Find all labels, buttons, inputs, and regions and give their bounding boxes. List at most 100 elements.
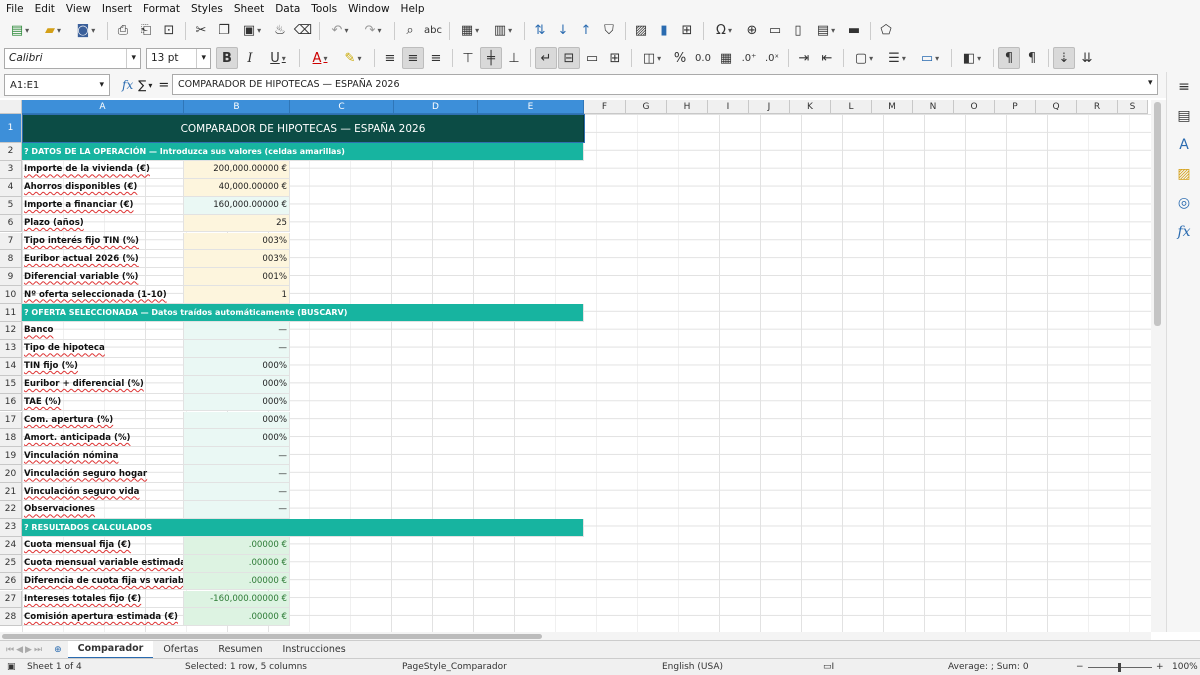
zoom-in-icon[interactable]: +: [1156, 662, 1164, 672]
row-header-13[interactable]: 13: [0, 339, 22, 358]
clear-formatting-icon[interactable]: ⌫: [292, 20, 314, 42]
cut-icon[interactable]: ✂: [190, 20, 212, 42]
highlight-color-icon[interactable]: ✎: [337, 47, 369, 69]
formula-icon[interactable]: =: [158, 78, 169, 93]
redo-icon[interactable]: ↷: [357, 20, 389, 42]
offer-label[interactable]: TAE (%): [22, 393, 184, 412]
row-header-17[interactable]: 17: [0, 411, 22, 430]
tab-comparador[interactable]: Comparador: [67, 640, 154, 659]
result-label[interactable]: Comisión apertura estimada (€): [22, 608, 184, 627]
align-top-icon[interactable]: ⊤: [457, 47, 479, 69]
row-header-22[interactable]: 22: [0, 501, 22, 519]
row-header-14[interactable]: 14: [0, 357, 22, 376]
offer-label[interactable]: Com. apertura (%): [22, 411, 184, 430]
row-header-18[interactable]: 18: [0, 429, 22, 448]
font-name-box[interactable]: Calibri ▾: [4, 47, 141, 69]
result-value[interactable]: -160,000.00000 €: [184, 590, 290, 609]
result-value[interactable]: .00000 €: [184, 536, 290, 555]
menu-sheet[interactable]: Sheet: [234, 3, 264, 15]
horizontal-scrollbar[interactable]: [0, 632, 1151, 640]
font-size-box[interactable]: 13 pt ▾: [146, 47, 211, 69]
border-style-icon[interactable]: ☰: [881, 47, 913, 69]
column-header-c[interactable]: C: [290, 100, 394, 114]
decrease-indent-icon[interactable]: ⇤: [816, 47, 838, 69]
increase-indent-icon[interactable]: ⇥: [793, 47, 815, 69]
italic-icon[interactable]: I: [239, 47, 261, 69]
result-label[interactable]: Intereses totales fijo (€): [22, 590, 184, 609]
result-value[interactable]: .00000 €: [184, 554, 290, 573]
underline-icon[interactable]: U: [262, 47, 294, 69]
row-header-10[interactable]: 10: [0, 286, 22, 305]
special-character-icon[interactable]: Ω: [708, 20, 740, 42]
add-decimal-icon[interactable]: .0⁺: [738, 47, 760, 69]
column-header-o[interactable]: O: [954, 100, 995, 114]
column-header-q[interactable]: Q: [1036, 100, 1077, 114]
offer-value[interactable]: 000%: [184, 357, 290, 376]
menu-format[interactable]: Format: [143, 3, 180, 15]
find-replace-icon[interactable]: ⌕: [399, 20, 421, 42]
row-header-5[interactable]: 5: [0, 196, 22, 215]
insert-column-icon[interactable]: ▥: [487, 20, 519, 42]
offer-value[interactable]: —: [184, 465, 290, 484]
row-header-21[interactable]: 21: [0, 483, 22, 501]
column-header-h[interactable]: H: [667, 100, 708, 114]
show-draw-functions-icon[interactable]: ⬠: [875, 20, 897, 42]
language[interactable]: English (USA): [662, 662, 723, 672]
column-header-e[interactable]: E: [478, 100, 584, 114]
zoom-slider-knob[interactable]: [1118, 663, 1121, 672]
selection-mode-icon[interactable]: ▭I: [823, 662, 834, 672]
menu-window[interactable]: Window: [348, 3, 389, 15]
borders-icon[interactable]: ▢: [848, 47, 880, 69]
offer-label[interactable]: Vinculación seguro vida: [22, 483, 184, 501]
row-header-7[interactable]: 7: [0, 232, 22, 251]
offer-label[interactable]: Vinculación nómina: [22, 447, 184, 466]
input-label[interactable]: Euribor actual 2026 (%): [22, 250, 184, 269]
column-header-i[interactable]: I: [708, 100, 749, 114]
align-middle-icon[interactable]: ╪: [480, 47, 502, 69]
input-value[interactable]: 40,000.00000 €: [184, 178, 290, 197]
vertical-scrollbar[interactable]: [1151, 100, 1166, 632]
merge-cells-icon[interactable]: ▭: [581, 47, 603, 69]
spelling-icon[interactable]: abc: [422, 20, 444, 42]
menu-help[interactable]: Help: [401, 3, 425, 15]
left-to-right-icon[interactable]: ¶: [998, 47, 1020, 69]
section-header[interactable]: ? DATOS DE LA OPERACIÓN — Introduzca sus…: [22, 143, 584, 161]
sort-ascending-icon[interactable]: ↓: [552, 20, 574, 42]
merge-center-icon[interactable]: ⊟: [558, 47, 580, 69]
result-label[interactable]: Cuota mensual variable estimada (€): [22, 554, 184, 573]
input-value[interactable]: 003%: [184, 250, 290, 269]
input-value[interactable]: 160,000.00000 €: [184, 196, 290, 215]
offer-label[interactable]: Vinculación seguro hogar: [22, 465, 184, 484]
offer-value[interactable]: —: [184, 447, 290, 466]
insert-row-icon[interactable]: ▦: [454, 20, 486, 42]
row-header-8[interactable]: 8: [0, 250, 22, 269]
sort-descending-icon[interactable]: ↑: [575, 20, 597, 42]
pivot-table-icon[interactable]: ⊞: [676, 20, 698, 42]
offer-value[interactable]: 000%: [184, 393, 290, 412]
unmerge-cells-icon[interactable]: ⊞: [604, 47, 626, 69]
header-footer-icon[interactable]: ▯: [787, 20, 809, 42]
result-label[interactable]: Cuota mensual fija (€): [22, 536, 184, 555]
menu-edit[interactable]: Edit: [35, 3, 55, 15]
offer-label[interactable]: Observaciones: [22, 501, 184, 519]
functions-icon[interactable]: fx: [1167, 217, 1200, 246]
wrap-text-icon[interactable]: ↵: [535, 47, 557, 69]
conditional-format-icon[interactable]: ◧: [956, 47, 988, 69]
input-value[interactable]: 1: [184, 286, 290, 305]
result-value[interactable]: .00000 €: [184, 572, 290, 591]
hyperlink-icon[interactable]: ⊕: [741, 20, 763, 42]
row-header-12[interactable]: 12: [0, 322, 22, 340]
border-color-icon[interactable]: ▭: [914, 47, 946, 69]
copy-icon[interactable]: ❐: [213, 20, 235, 42]
column-header-j[interactable]: J: [749, 100, 790, 114]
bold-icon[interactable]: B: [216, 47, 238, 69]
menu-tools[interactable]: Tools: [311, 3, 337, 15]
offer-label[interactable]: Amort. anticipada (%): [22, 429, 184, 448]
gallery-icon[interactable]: ▨: [1167, 159, 1200, 188]
column-header-k[interactable]: K: [790, 100, 831, 114]
offer-label[interactable]: Euribor + diferencial (%): [22, 375, 184, 394]
tab-instrucciones[interactable]: Instrucciones: [273, 641, 356, 659]
offer-label[interactable]: Banco: [22, 322, 184, 340]
input-label[interactable]: Nº oferta seleccionada (1-10): [22, 286, 184, 305]
sum-icon[interactable]: ∑: [138, 78, 146, 92]
